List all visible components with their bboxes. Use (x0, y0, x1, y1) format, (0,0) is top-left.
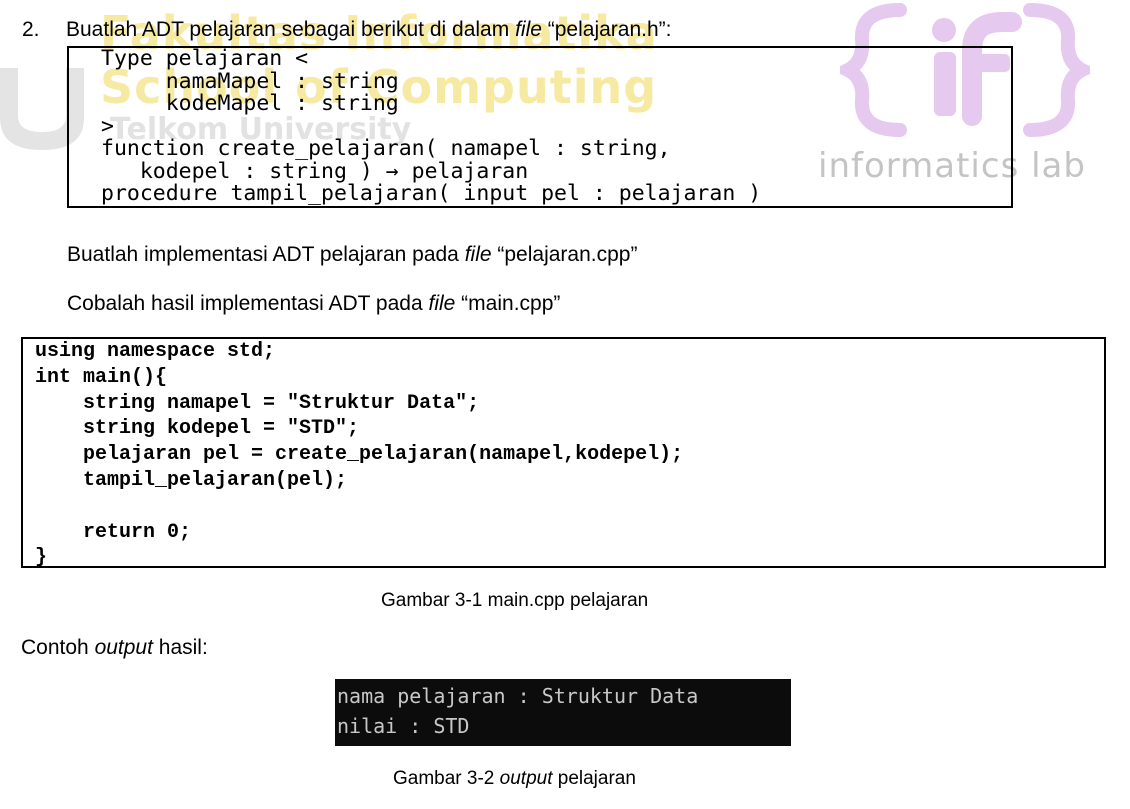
caption2-italic: output (499, 768, 553, 789)
impl-text-after: “pelajaran.cpp” (491, 243, 638, 266)
caption2-after: pelajaran (552, 768, 636, 789)
output-label-after: hasil: (152, 636, 208, 659)
impl-text-before: Buatlah implementasi ADT pelajaran pada (67, 243, 465, 266)
console-output-window: nama pelajaran : Struktur Data nilai : S… (335, 679, 791, 746)
figure-caption-output: Gambar 3-2 output pelajaran (393, 768, 636, 790)
adt-code-box: Type pelajaran < namaMapel : string kode… (67, 46, 1013, 208)
try-text-before: Cobalah hasil implementasi ADT pada (67, 292, 429, 315)
output-example-label: Contoh output hasil: (21, 636, 208, 660)
output-label-italic: output (94, 636, 153, 659)
main-code: using namespace std; int main(){ string … (35, 340, 684, 570)
output-label-before: Contoh (21, 636, 95, 659)
heading-file-word: file (515, 18, 542, 41)
try-text-after: “main.cpp” (455, 292, 561, 315)
try-file-word: file (428, 292, 456, 315)
task-number: 2. (22, 18, 40, 41)
console-output-text: nama pelajaran : Struktur Data nilai : S… (337, 684, 699, 738)
task-heading: 2. Buatlah ADT pelajaran sebagai berikut … (22, 16, 672, 44)
heading-text-before: Buatlah ADT pelajaran sebagai berikut di… (66, 18, 516, 41)
figure-caption-main: Gambar 3-1 main.cpp pelajaran (381, 590, 649, 611)
implementation-instruction: Buatlah implementasi ADT pelajaran pada … (67, 243, 637, 267)
caption2-before: Gambar 3-2 (393, 768, 500, 789)
try-instruction: Cobalah hasil implementasi ADT pada file… (67, 292, 560, 316)
adt-code: Type pelajaran < namaMapel : string kode… (101, 46, 762, 206)
heading-text-after: “pelajaran.h”: (541, 18, 672, 41)
main-code-box: using namespace std; int main(){ string … (21, 337, 1106, 570)
impl-file-word: file (464, 243, 492, 266)
